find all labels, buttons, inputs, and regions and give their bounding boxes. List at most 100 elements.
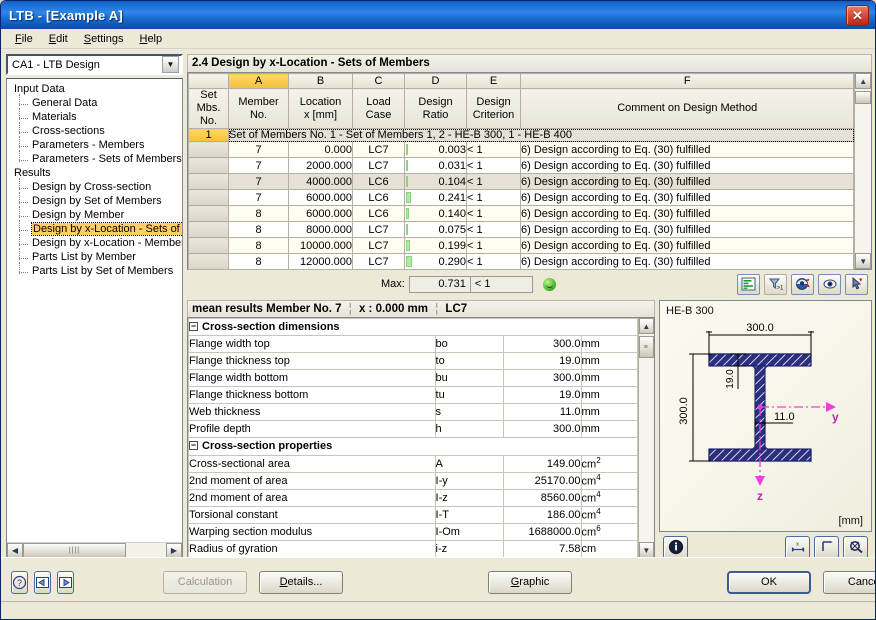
scroll-down-icon[interactable]: ▼ <box>855 253 871 269</box>
detail-scroll-down-icon[interactable]: ▼ <box>638 542 654 558</box>
detail-group-row[interactable]: − Cross-section dimensions <box>188 318 638 337</box>
detail-row[interactable]: Flange width top bo 300.0 mm <box>188 335 638 354</box>
detail-row[interactable]: Torsional constant I-T 186.00 cm4 <box>188 505 638 524</box>
filter-button[interactable]: >1 <box>764 273 787 295</box>
col-letter-d[interactable]: D <box>404 73 467 89</box>
tree-item-parameters-sets[interactable]: Parameters - Sets of Members <box>10 150 182 166</box>
table-row[interactable]: 7 4000.000 LC6 0.104 < 1 6) Design according … <box>188 173 855 190</box>
detail-row[interactable]: 2nd moment of area I-y 25170.00 cm4 <box>188 471 638 490</box>
tree-item-parameters-members[interactable]: Parameters - Members <box>10 136 182 152</box>
cell-location: 8000.000 <box>288 221 353 238</box>
table-row[interactable]: 8 10000.000 LC7 0.199 < 1 6) Design according… <box>188 237 855 254</box>
result-bars-button[interactable] <box>737 273 760 295</box>
detail-row[interactable]: Warping section modulus I-Om 1688000.0 cm6 <box>188 522 638 541</box>
scroll-thumb-vertical[interactable] <box>855 91 871 104</box>
cell-location: 6000.000 <box>288 189 353 206</box>
col-letter-b[interactable]: B <box>288 73 353 89</box>
graphic-button[interactable]: Graphic <box>488 570 572 594</box>
detail-unit: mm <box>580 369 638 388</box>
cross-section-panel: HE-B 300 [mm] 300.0 300.0 19.0 11.0 y z … <box>659 300 872 559</box>
detail-row[interactable]: Cross-sectional area A 149.00 cm2 <box>188 454 638 473</box>
col-letter-f[interactable]: F <box>519 73 855 89</box>
detail-group-row[interactable]: − Cross-section properties <box>188 437 638 456</box>
col-letter-a[interactable]: A <box>228 73 289 89</box>
scroll-thumb[interactable]: |||| <box>23 543 126 558</box>
visibility-button[interactable] <box>818 273 841 295</box>
tree-item-cross-sections[interactable]: Cross-sections <box>10 122 182 138</box>
cell-load-case: LC6 <box>352 189 405 206</box>
detail-header: mean results Member No. 7 ¦ x : 0.000 mm… <box>187 300 655 317</box>
previous-button[interactable] <box>34 570 51 594</box>
help-button[interactable]: ? <box>11 570 28 594</box>
detail-scroll-track[interactable]: ≡ <box>638 334 654 542</box>
details-button[interactable]: Details... <box>259 570 343 594</box>
collapse-icon[interactable]: − <box>189 441 198 451</box>
tree-item-general-data[interactable]: General Data <box>10 94 182 110</box>
col-letter-c[interactable]: C <box>352 73 405 89</box>
next-button[interactable] <box>57 570 74 594</box>
scroll-track[interactable]: |||| <box>23 543 166 558</box>
scroll-left-icon[interactable]: ◀ <box>7 543 23 558</box>
design-case-combo[interactable]: CA1 - LTB Design ▼ <box>6 54 183 75</box>
detail-row[interactable]: Profile depth h 300.0 mm <box>188 420 638 439</box>
row-gutter <box>188 157 229 174</box>
table-row[interactable]: 8 12000.000 LC7 0.290 < 1 6) Design according… <box>188 253 855 270</box>
menu-settings[interactable]: Settings <box>76 31 132 47</box>
scroll-right-icon[interactable]: ▶ <box>166 543 182 558</box>
menu-edit[interactable]: Edit <box>41 31 76 47</box>
ok-button[interactable]: OK <box>727 570 811 594</box>
detail-property-name: 2nd moment of area <box>188 488 436 507</box>
close-button[interactable]: ✕ <box>846 4 869 26</box>
tree-item-design-xloc-sets[interactable]: Design by x-Location - Sets of M <box>10 220 182 236</box>
detail-unit: mm <box>580 386 638 405</box>
tree-horizontal-scrollbar[interactable]: ◀ |||| ▶ <box>7 542 182 558</box>
detail-vertical-scrollbar[interactable]: ▲ ≡ ▼ <box>637 318 654 558</box>
detail-scroll-thumb[interactable]: ≡ <box>638 336 654 358</box>
calculation-button[interactable]: Calculation <box>163 570 247 594</box>
color-view-button[interactable] <box>791 273 814 295</box>
table-vertical-scrollbar[interactable]: ▲ ▼ <box>854 73 871 269</box>
detail-row[interactable]: Flange thickness bottom tu 19.0 mm <box>188 386 638 405</box>
detail-row[interactable]: Flange thickness top to 19.0 mm <box>188 352 638 371</box>
detail-row[interactable]: Flange width bottom bu 300.0 mm <box>188 369 638 388</box>
zoom-button[interactable] <box>843 535 868 559</box>
axes-button[interactable] <box>814 535 839 559</box>
detail-header-loadcase: LC7 <box>445 303 468 315</box>
menu-help[interactable]: Help <box>131 31 170 47</box>
tree-item-materials[interactable]: Materials <box>10 108 182 124</box>
tree-item-design-xloc-members[interactable]: Design by x-Location - Member: <box>10 234 182 250</box>
tree-item-design-set-of-members[interactable]: Design by Set of Members <box>10 192 182 208</box>
cancel-button[interactable]: Cancel <box>823 570 875 594</box>
detail-unit: cm6 <box>580 522 638 541</box>
detail-value: 19.0 <box>502 352 582 371</box>
tree-item-parts-list-member[interactable]: Parts List by Member <box>10 248 182 264</box>
pick-selection-button[interactable] <box>845 273 868 295</box>
cell-member-no: 7 <box>228 173 289 190</box>
detail-scroll-up-icon[interactable]: ▲ <box>638 318 654 334</box>
cross-section-view[interactable]: HE-B 300 [mm] 300.0 300.0 19.0 11.0 y z <box>659 300 872 532</box>
smiley-ok-icon <box>542 277 556 291</box>
scroll-up-icon[interactable]: ▲ <box>855 73 871 89</box>
group-header-row[interactable]: 1 Set of Members No. 1 - Set of Members … <box>188 128 855 142</box>
detail-row[interactable]: Radius of gyration i-z 7.58 cm <box>188 539 638 558</box>
chevron-down-icon[interactable]: ▼ <box>162 56 179 73</box>
tree-item-parts-list-sets[interactable]: Parts List by Set of Members <box>10 262 182 278</box>
scroll-track-vertical[interactable] <box>855 89 871 253</box>
tree-item-design-member[interactable]: Design by Member <box>10 206 182 222</box>
table-row[interactable]: 7 6000.000 LC6 0.241 < 1 6) Design according … <box>188 189 855 206</box>
title-bar: LTB - [Example A] ✕ <box>1 1 875 29</box>
dimensions-button[interactable]: x <box>785 535 810 559</box>
col-letter-e[interactable]: E <box>466 73 521 89</box>
collapse-icon[interactable]: − <box>189 322 198 332</box>
table-row[interactable]: 8 6000.000 LC6 0.140 < 1 6) Design according … <box>188 205 855 222</box>
table-row[interactable]: 7 2000.000 LC7 0.031 < 1 6) Design according … <box>188 157 855 174</box>
info-button[interactable] <box>663 535 688 559</box>
detail-row[interactable]: Web thickness s 11.0 mm <box>188 403 638 422</box>
detail-row[interactable]: 2nd moment of area I-z 8560.00 cm4 <box>188 488 638 507</box>
table-row[interactable]: 7 0.000 LC7 0.003 < 1 6) Design according to … <box>188 141 855 158</box>
menu-file[interactable]: File <box>7 31 41 47</box>
table-row[interactable]: 8 8000.000 LC7 0.075 < 1 6) Design according … <box>188 221 855 238</box>
detail-value: 8560.00 <box>502 488 582 507</box>
row-gutter <box>188 253 229 270</box>
tree-item-design-cross-section[interactable]: Design by Cross-section <box>10 178 182 194</box>
